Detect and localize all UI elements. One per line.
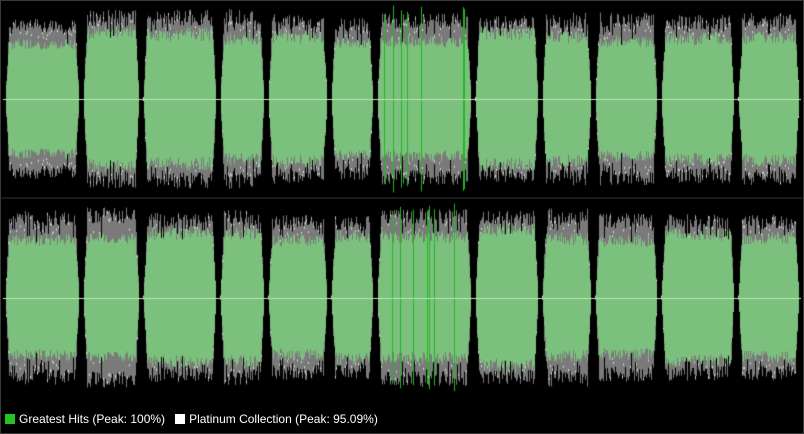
waveform-channel-right[interactable] — [3, 200, 801, 395]
legend-swatch-greatest-hits — [5, 414, 15, 424]
waveform-comparison-window: Greatest Hits (Peak: 100%) Platinum Coll… — [0, 0, 804, 434]
legend-label-platinum-collection: Platinum Collection (Peak: 95.09%) — [189, 412, 378, 426]
legend: Greatest Hits (Peak: 100%) Platinum Coll… — [5, 410, 378, 428]
channel-divider — [1, 197, 803, 199]
waveform-canvas-right — [3, 200, 801, 395]
legend-item-greatest-hits[interactable]: Greatest Hits (Peak: 100%) — [5, 412, 165, 426]
legend-swatch-platinum-collection — [175, 414, 186, 424]
waveform-canvas-left — [3, 3, 801, 195]
legend-item-platinum-collection[interactable]: Platinum Collection (Peak: 95.09%) — [175, 412, 378, 426]
waveform-channel-left[interactable] — [3, 3, 801, 195]
legend-label-greatest-hits: Greatest Hits (Peak: 100%) — [19, 412, 166, 426]
